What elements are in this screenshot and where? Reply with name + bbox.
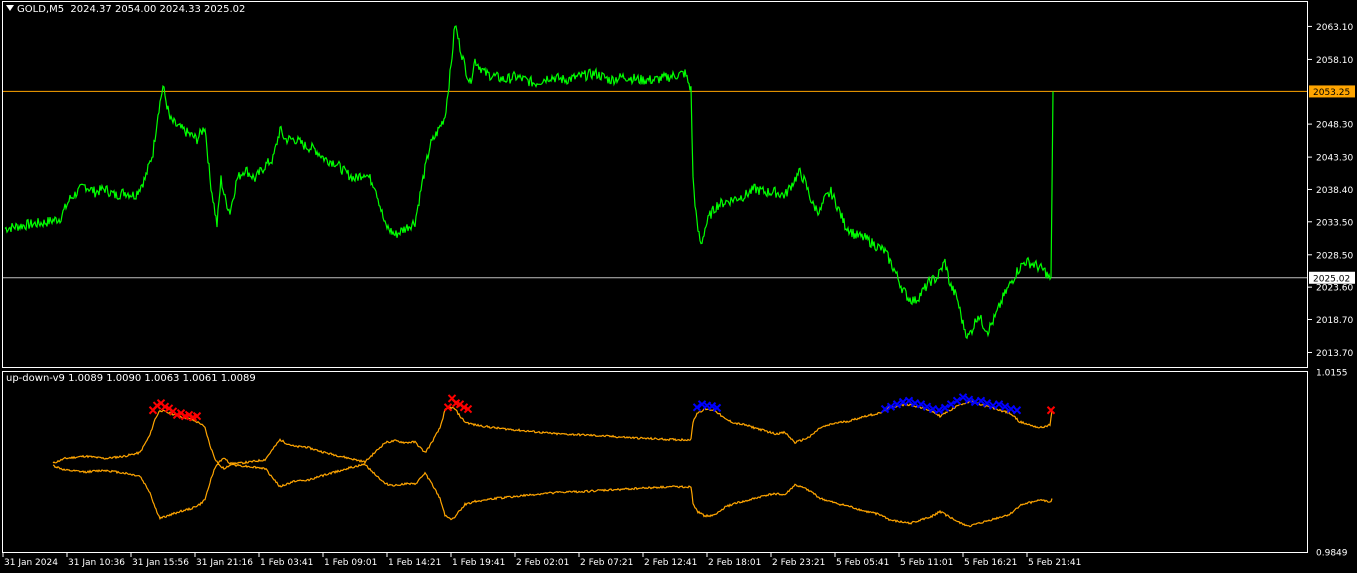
y-tick-label: 2043.30 (1316, 154, 1353, 164)
blue-signal-mark (946, 400, 956, 409)
y-tick-label: 2023.60 (1316, 284, 1353, 294)
indicator-name: up-down-v9 (6, 373, 65, 384)
indicator-panel-frame (2, 371, 1308, 553)
indicator-upper-line (52, 400, 1053, 470)
y-tick-label: 2013.70 (1316, 349, 1353, 359)
y-tick-label: 2028.50 (1316, 251, 1353, 261)
chart-canvas[interactable]: 2063.10 2058.10 2048.30 2043.30 2038.40 2033.… (0, 0, 1357, 573)
indicator-values: 1.0089 1.0090 1.0063 1.0061 1.0089 (68, 373, 256, 384)
x-tick-label: 5 Feb 11:01 (900, 558, 953, 568)
x-tick-label: 2 Feb 02:01 (516, 558, 569, 568)
y-tick-label: 2063.10 (1316, 23, 1353, 33)
red-signal-mark (1046, 406, 1056, 415)
x-tick-label: 5 Feb 21:41 (1028, 558, 1081, 568)
x-tick-label: 31 Jan 21:16 (196, 558, 253, 568)
x-tick-label: 31 Jan 15:56 (132, 558, 189, 568)
x-tick-label: 31 Jan 10:36 (68, 558, 125, 568)
menu-triangle-icon[interactable] (6, 5, 14, 11)
x-tick-label: 1 Feb 14:21 (388, 558, 441, 568)
main-panel-frame (2, 1, 1308, 368)
y-tick-label: 2048.30 (1316, 121, 1353, 131)
price-series-line (4, 25, 1054, 340)
y-tick-label: 2038.40 (1316, 186, 1353, 196)
x-tick-label: 31 Jan 2024 (4, 558, 58, 568)
x-tick-label: 1 Feb 19:41 (452, 558, 505, 568)
symbol-label: GOLD,M5 (17, 4, 65, 15)
indicator-lower-line (52, 457, 1053, 528)
indicator-tick-label: 0.9849 (1316, 549, 1348, 559)
ask-price-tag-label: 2053.25 (1313, 88, 1350, 98)
x-tick-label: 5 Feb 16:21 (964, 558, 1017, 568)
x-tick-label: 2 Feb 07:21 (580, 558, 633, 568)
ohlc-values: 2024.37 2054.00 2024.33 2025.02 (70, 4, 246, 15)
blue-signal-mark (1012, 406, 1022, 415)
x-tick-label: 5 Feb 05:41 (836, 558, 889, 568)
y-tick-label: 2058.10 (1316, 56, 1353, 66)
chart-title[interactable]: GOLD,M5 2024.37 2054.00 2024.33 2025.02 (6, 4, 245, 15)
x-tick-label: 2 Feb 23:21 (772, 558, 825, 568)
bid-price-tag-label: 2025.02 (1313, 274, 1350, 284)
x-tick-label: 1 Feb 09:01 (324, 558, 377, 568)
x-tick-label: 1 Feb 03:41 (260, 558, 313, 568)
x-tick-label: 2 Feb 18:01 (708, 558, 761, 568)
indicator-title: up-down-v9 1.0089 1.0090 1.0063 1.0061 1… (6, 373, 256, 384)
y-tick-label: 2033.50 (1316, 218, 1353, 228)
y-tick-label: 2018.70 (1316, 316, 1353, 326)
indicator-tick-label: 1.0155 (1316, 369, 1348, 379)
blue-signal-mark (952, 396, 962, 406)
x-tick-label: 2 Feb 12:41 (644, 558, 697, 568)
